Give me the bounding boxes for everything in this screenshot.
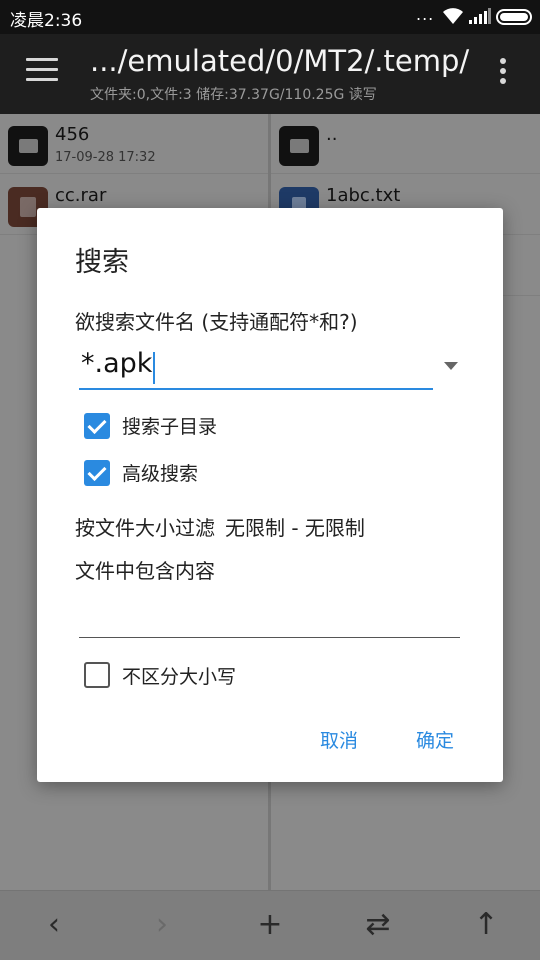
bottom-bar: ‹ › + ⇄ ↑ <box>0 890 540 960</box>
menu-icon[interactable] <box>26 58 58 86</box>
size-filter[interactable]: 按文件大小过滤 无限制 - 无限制 <box>75 512 365 541</box>
status-time: 凌晨2:36 <box>10 11 83 31</box>
search-dialog: 搜索 欲搜索文件名 (支持通配符*和?) *.apk 搜索子目录 高级搜索 按文… <box>37 208 503 782</box>
storage-info: 文件夹:0,文件:3 储存:37.37G/110.25G 读写 <box>90 87 377 103</box>
more-vert-icon[interactable] <box>497 58 509 88</box>
folder-icon <box>8 126 48 166</box>
file-row[interactable]: 456 17-09-28 17:32 <box>0 114 268 174</box>
battery-icon <box>496 9 532 25</box>
ignore-case-label[interactable]: 不区分大小写 <box>122 662 236 689</box>
file-name: 1abc.txt <box>326 185 401 206</box>
status-bar: 凌晨2:36 ... <box>0 0 540 34</box>
cancel-button[interactable]: 取消 <box>320 726 358 753</box>
content-label: 文件中包含内容 <box>75 559 215 583</box>
size-filter-value: 无限制 - 无限制 <box>225 516 365 540</box>
ok-button[interactable]: 确定 <box>416 726 454 753</box>
file-date: 17-09-28 17:32 <box>55 150 156 165</box>
advanced-search-checkbox[interactable] <box>84 460 110 486</box>
size-filter-label: 按文件大小过滤 <box>75 516 215 540</box>
file-name: .. <box>326 124 338 145</box>
folder-icon <box>279 126 319 166</box>
advanced-search-label[interactable]: 高级搜索 <box>122 459 198 486</box>
file-name: 456 <box>55 124 90 145</box>
add-icon[interactable]: + <box>252 907 288 943</box>
chevron-left-icon[interactable]: ‹ <box>36 907 72 943</box>
dropdown-arrow-icon[interactable] <box>444 362 458 370</box>
toolbar: .../emulated/0/MT2/.temp/ 文件夹:0,文件:3 储存:… <box>0 34 540 114</box>
dialog-title: 搜索 <box>75 247 129 278</box>
filename-input[interactable]: *.apk <box>79 346 433 390</box>
dialog-actions: 取消 确定 <box>37 726 503 756</box>
signal-icon <box>469 8 491 24</box>
ignore-case-checkbox[interactable] <box>84 662 110 688</box>
filename-label: 欲搜索文件名 (支持通配符*和?) <box>75 310 358 334</box>
wifi-icon <box>443 8 463 24</box>
status-dots: ... <box>416 5 435 24</box>
chevron-right-icon[interactable]: › <box>144 907 180 943</box>
current-path: .../emulated/0/MT2/.temp/ <box>90 44 470 78</box>
text-caret <box>153 352 155 384</box>
file-row[interactable]: .. <box>271 114 540 174</box>
filename-value: *.apk <box>81 348 153 379</box>
file-name: cc.rar <box>55 185 107 206</box>
search-subdirs-label[interactable]: 搜索子目录 <box>122 412 217 439</box>
search-subdirs-checkbox[interactable] <box>84 413 110 439</box>
content-input[interactable] <box>79 600 460 638</box>
arrow-up-icon[interactable]: ↑ <box>468 907 504 943</box>
swap-icon[interactable]: ⇄ <box>360 907 396 943</box>
